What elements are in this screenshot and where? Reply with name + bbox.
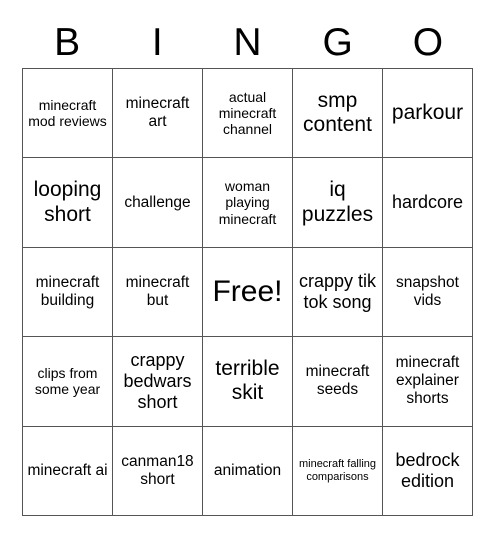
bingo-cell-label: minecraft building xyxy=(35,274,100,309)
bingo-cell-label: parkour xyxy=(391,101,464,125)
bingo-cell-n4[interactable]: terrible skit xyxy=(203,337,293,427)
bingo-cell-label: minecraft explainer shorts xyxy=(395,354,460,408)
bingo-cell-label: challenge xyxy=(124,193,191,211)
bingo-cell-label: smp content xyxy=(303,88,372,137)
bingo-cell-i3[interactable]: minecraft but xyxy=(113,247,203,338)
bingo-cell-free-space[interactable]: Free! xyxy=(203,247,293,338)
header-letter-n: N xyxy=(233,20,262,64)
bingo-cell-b5[interactable]: minecraft ai xyxy=(23,426,113,516)
bingo-cell-label: snapshot vids xyxy=(396,274,459,309)
bingo-cell-n5[interactable]: animation xyxy=(203,426,293,516)
bingo-cell-b1[interactable]: minecraft mod reviews xyxy=(23,69,113,159)
bingo-cell-label: crappy tik tok song xyxy=(298,271,377,312)
bingo-cell-n2[interactable]: woman playing minecraft xyxy=(203,158,293,248)
bingo-cell-g2[interactable]: iq puzzles xyxy=(293,158,383,248)
bingo-cell-n1[interactable]: actual minecraft channel xyxy=(203,69,293,159)
bingo-cell-b2[interactable]: looping short xyxy=(23,158,113,248)
bingo-cell-o4[interactable]: minecraft explainer shorts xyxy=(383,337,473,427)
bingo-cell-label: woman playing minecraft xyxy=(218,178,277,227)
bingo-cell-label: animation xyxy=(213,461,282,479)
bingo-cell-g4[interactable]: minecraft seeds xyxy=(293,337,383,427)
bingo-cell-label: minecraft falling comparisons xyxy=(298,458,377,483)
bingo-cell-label: hardcore xyxy=(391,192,464,213)
bingo-cell-label: looping short xyxy=(33,178,102,226)
bingo-cell-label: minecraft art xyxy=(125,95,190,131)
bingo-cell-label: minecraft seeds xyxy=(305,363,370,399)
bingo-cell-g5[interactable]: minecraft falling comparisons xyxy=(293,426,383,516)
bingo-cell-label: terrible skit xyxy=(215,357,280,405)
bingo-cell-g1[interactable]: smp content xyxy=(293,69,383,159)
bingo-cell-o5[interactable]: bedrock edition xyxy=(383,426,473,516)
bingo-header-row: B I N G O xyxy=(22,16,473,68)
bingo-card: B I N G O minecraft mod reviews minecraf… xyxy=(0,0,500,544)
bingo-cell-o2[interactable]: hardcore xyxy=(383,158,473,248)
bingo-cell-b3[interactable]: minecraft building xyxy=(23,247,113,338)
bingo-cell-g3[interactable]: crappy tik tok song xyxy=(293,247,383,338)
header-letter-g: G xyxy=(322,20,353,64)
bingo-cell-label: minecraft ai xyxy=(27,461,108,479)
bingo-cell-o1[interactable]: parkour xyxy=(383,69,473,159)
bingo-cell-label: minecraft mod reviews xyxy=(28,96,107,130)
bingo-cell-label: clips from some year xyxy=(34,365,101,398)
header-letter-i: I xyxy=(151,20,163,64)
bingo-cell-label: minecraft but xyxy=(125,274,190,309)
bingo-grid: minecraft mod reviews minecraft art actu… xyxy=(22,68,473,516)
bingo-cell-i2[interactable]: challenge xyxy=(113,158,203,248)
bingo-cell-label: crappy bedwars short xyxy=(123,350,192,412)
bingo-cell-label: Free! xyxy=(212,274,283,308)
bingo-cell-label: actual minecraft channel xyxy=(218,88,277,138)
bingo-cell-i5[interactable]: canman18 short xyxy=(113,426,203,516)
header-letter-o: O xyxy=(412,20,444,64)
bingo-cell-i1[interactable]: minecraft art xyxy=(113,69,203,159)
bingo-cell-o3[interactable]: snapshot vids xyxy=(383,247,473,338)
bingo-cell-b4[interactable]: clips from some year xyxy=(23,337,113,427)
bingo-cell-label: iq puzzles xyxy=(301,178,374,226)
bingo-cell-label: canman18 short xyxy=(121,452,194,488)
bingo-cell-label: bedrock edition xyxy=(395,449,460,491)
bingo-cell-i4[interactable]: crappy bedwars short xyxy=(113,337,203,427)
header-letter-b: B xyxy=(54,20,81,64)
